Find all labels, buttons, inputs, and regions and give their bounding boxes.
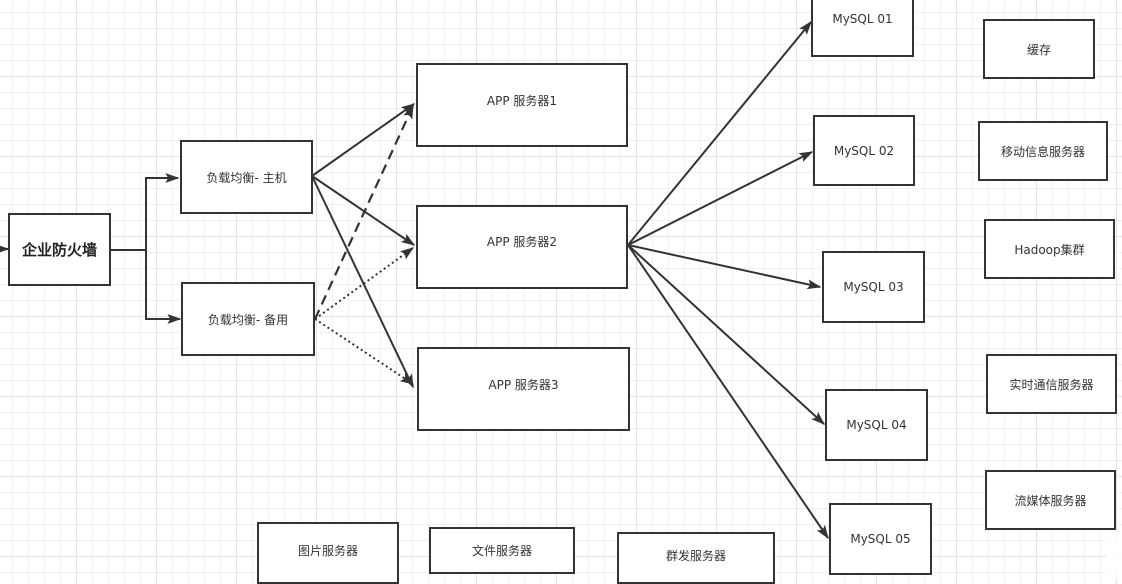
firewall-node[interactable]: 企业防火墙 xyxy=(8,213,111,286)
image-server-label: 图片服务器 xyxy=(297,543,358,558)
cache-node[interactable]: 缓存 xyxy=(983,19,1095,79)
edge-lb-backup-to-app3 xyxy=(314,318,415,385)
hadoop-cluster-label: Hadoop集群 xyxy=(1014,242,1085,257)
cache-label: 缓存 xyxy=(1026,42,1051,57)
app-server-1-label: APP 服务器1 xyxy=(486,93,558,108)
image-server-node[interactable]: 图片服务器 xyxy=(257,522,399,584)
edge-lb-backup-to-app2 xyxy=(314,247,415,320)
mysql-01-node[interactable]: MySQL 01 xyxy=(811,0,914,57)
edge-lb-primary-to-app3 xyxy=(311,175,414,389)
lb-backup-label: 负载均衡- 备用 xyxy=(207,312,289,327)
edge-app2-to-mysql02 xyxy=(627,151,814,246)
edge-app2-to-mysql01 xyxy=(627,20,812,246)
mobile-message-server-label: 移动信息服务器 xyxy=(1000,144,1085,159)
edge-app2-to-mysql03 xyxy=(627,244,822,290)
mysql-05-label: MySQL 05 xyxy=(850,532,911,546)
diagram-canvas: 企业防火墙 负载均衡- 主机 负载均衡- 备用 APP 服务器1 APP 服务器… xyxy=(0,0,1122,584)
mysql-01-label: MySQL 01 xyxy=(832,11,893,26)
mysql-03-node[interactable]: MySQL 03 xyxy=(822,251,925,323)
mysql-02-node[interactable]: MySQL 02 xyxy=(813,115,915,186)
edge-firewall-to-lb-backup xyxy=(145,250,182,324)
edge-app2-to-mysql04 xyxy=(627,244,826,425)
realtime-comm-server-node[interactable]: 实时通信服务器 xyxy=(986,354,1117,414)
file-server-node[interactable]: 文件服务器 xyxy=(429,527,575,574)
edge-app2-to-mysql05 xyxy=(627,244,829,540)
mysql-02-label: MySQL 02 xyxy=(833,143,895,158)
lb-primary-node[interactable]: 负载均衡- 主机 xyxy=(180,140,313,214)
scroll-corner xyxy=(1106,529,1122,579)
lb-backup-node[interactable]: 负载均衡- 备用 xyxy=(181,282,315,356)
realtime-comm-server-label: 实时通信服务器 xyxy=(1009,377,1094,392)
edge-firewall-to-lb-primary xyxy=(110,173,180,251)
mobile-message-server-node[interactable]: 移动信息服务器 xyxy=(978,121,1108,181)
app-server-2-node[interactable]: APP 服务器2 xyxy=(416,205,628,289)
mysql-05-node[interactable]: MySQL 05 xyxy=(829,503,932,575)
app-server-1-node[interactable]: APP 服务器1 xyxy=(416,63,628,147)
hadoop-cluster-node[interactable]: Hadoop集群 xyxy=(984,219,1115,279)
app-server-2-label: APP 服务器2 xyxy=(486,234,558,249)
mysql-04-node[interactable]: MySQL 04 xyxy=(825,389,928,461)
file-server-label: 文件服务器 xyxy=(471,544,532,558)
streaming-server-label: 流媒体服务器 xyxy=(1014,493,1087,508)
edge-lb-primary-to-app2 xyxy=(311,175,416,246)
lb-primary-label: 负载均衡- 主机 xyxy=(206,170,287,185)
mysql-03-label: MySQL 03 xyxy=(843,280,904,294)
broadcast-server-label: 群发服务器 xyxy=(665,548,726,563)
app-server-3-node[interactable]: APP 服务器3 xyxy=(417,347,630,431)
streaming-server-node[interactable]: 流媒体服务器 xyxy=(985,470,1116,530)
mysql-04-label: MySQL 04 xyxy=(846,418,907,432)
firewall-label: 企业防火墙 xyxy=(21,241,97,259)
edge-lb-primary-to-app1 xyxy=(311,103,416,177)
app-server-3-label: APP 服务器3 xyxy=(488,377,559,392)
broadcast-server-node[interactable]: 群发服务器 xyxy=(617,532,775,584)
